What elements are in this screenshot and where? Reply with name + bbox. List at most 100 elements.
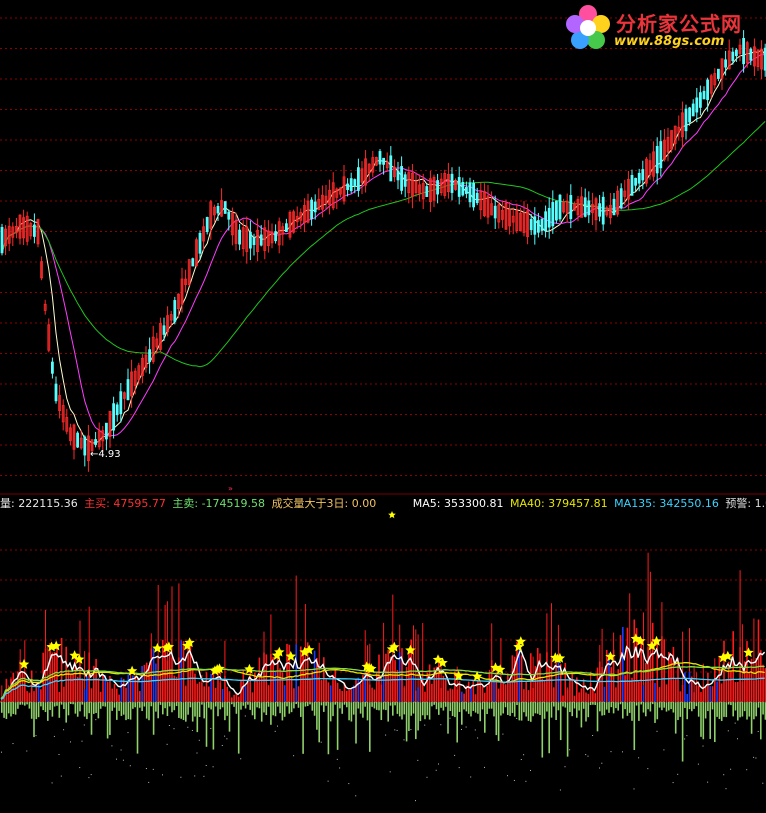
buy-volume-bar — [451, 689, 454, 702]
buy-volume-bar — [106, 681, 109, 702]
sell-volume-bar — [631, 702, 633, 721]
blue-volume-bar — [295, 644, 297, 702]
sell-volume-bar — [42, 702, 44, 711]
scatter-dot — [111, 745, 113, 747]
sell-volume-bar — [654, 702, 656, 723]
sell-volume-bar — [14, 702, 17, 715]
sell-volume-bar — [509, 702, 511, 716]
buy-volume-bar — [254, 672, 256, 702]
sell-volume-bar — [438, 702, 440, 715]
buy-volume-bar — [394, 660, 396, 702]
panel-separator: » — [0, 484, 766, 495]
candle-body — [238, 229, 242, 245]
sell-volume-bar — [670, 702, 672, 710]
buy-volume-bar — [748, 672, 751, 702]
sell-volume-bar — [352, 702, 355, 715]
candle-body — [659, 141, 663, 169]
scatter-dot — [173, 728, 175, 730]
sell-volume-bar — [511, 702, 514, 713]
sell-volume-bar — [233, 702, 235, 707]
sell-volume-bar — [224, 702, 226, 721]
buy-volume-bar — [346, 690, 348, 702]
sell-volume-bar — [663, 702, 665, 708]
sell-volume-bar — [235, 702, 238, 714]
site-logo[interactable]: 分析家公式网 www.88gs.com — [562, 2, 758, 54]
sell-volume-bar — [605, 702, 608, 710]
blue-volume-bar — [210, 673, 212, 702]
scatter-dot — [530, 769, 531, 771]
buy-volume-bar — [403, 687, 406, 702]
sell-volume-bar — [88, 702, 90, 714]
sell-volume-bar — [651, 702, 654, 705]
sell-volume-bar — [709, 702, 711, 739]
scatter-dot — [737, 738, 738, 740]
sell-volume-bar — [332, 702, 334, 717]
scatter-dot — [523, 754, 525, 756]
candle-body — [558, 194, 562, 220]
sell-volume-bar — [559, 702, 562, 741]
sell-volume-bar — [497, 702, 500, 741]
buy-volume-bar — [336, 682, 339, 702]
candle-body — [475, 192, 479, 204]
buy-volume-bar — [553, 687, 555, 702]
candle-body — [537, 220, 540, 233]
buy-volume-bar — [185, 686, 187, 702]
scatter-dot — [601, 762, 603, 764]
sell-volume-bar — [702, 702, 705, 740]
sell-volume-bar — [700, 702, 702, 737]
buy-volume-bar — [578, 692, 580, 702]
candle-body — [259, 234, 263, 246]
candle-body — [717, 68, 720, 79]
buy-volume-bar — [111, 688, 113, 702]
candle-body — [684, 108, 688, 132]
sell-volume-bar — [720, 702, 723, 722]
candle-body — [630, 175, 634, 196]
volume-condition-label: 成交量大于3日: 0.00 — [271, 497, 377, 510]
scatter-dot — [461, 728, 462, 730]
candle-body — [198, 232, 202, 254]
sell-volume-bar — [691, 702, 693, 712]
sell-volume-bar — [304, 702, 307, 707]
sell-volume-bar — [536, 702, 539, 714]
sell-volume-bar — [3, 702, 5, 718]
buy-volume-bar — [208, 686, 210, 702]
sell-volume-bar — [451, 702, 454, 717]
buy-volume-bar — [757, 619, 760, 702]
buy-volume-bar — [260, 677, 263, 702]
scatter-dot — [58, 754, 60, 756]
scatter-dot — [513, 779, 515, 781]
scatter-dot — [355, 795, 357, 797]
candle-body — [349, 178, 353, 192]
buy-volume-bar — [640, 638, 642, 702]
buy-volume-bar — [359, 683, 362, 702]
sell-volume-bar — [93, 702, 95, 714]
scatter-dot — [385, 734, 387, 736]
sell-volume-bar — [394, 702, 396, 706]
sell-volume-bar — [339, 702, 341, 709]
scatter-dot — [762, 782, 764, 784]
sell-volume-bar — [37, 702, 40, 718]
buy-volume-bar — [309, 677, 311, 702]
sell-volume-bar — [532, 702, 534, 717]
candle-body — [396, 170, 400, 181]
candle-body — [115, 404, 119, 416]
blue-volume-bar — [244, 686, 247, 702]
sell-volume-bar — [10, 702, 12, 717]
sell-volume-bar — [203, 702, 205, 719]
sell-volume-bar — [518, 702, 521, 721]
buy-label: 主买: 47595.77 — [84, 497, 166, 510]
sell-volume-bar — [311, 702, 314, 711]
candle-body — [191, 258, 195, 267]
candle-body — [313, 201, 317, 213]
sell-volume-bar — [49, 702, 51, 710]
candle-body — [389, 155, 393, 182]
scatter-dot — [484, 766, 485, 768]
scatter-dot — [753, 756, 755, 758]
sell-volume-bar — [704, 702, 707, 719]
sell-volume-bar — [129, 702, 132, 720]
blue-volume-bar — [622, 626, 624, 702]
buy-volume-bar — [484, 692, 486, 702]
sell-volume-bar — [755, 702, 757, 717]
scatter-dot — [145, 768, 147, 770]
sell-volume-bar — [458, 702, 461, 712]
